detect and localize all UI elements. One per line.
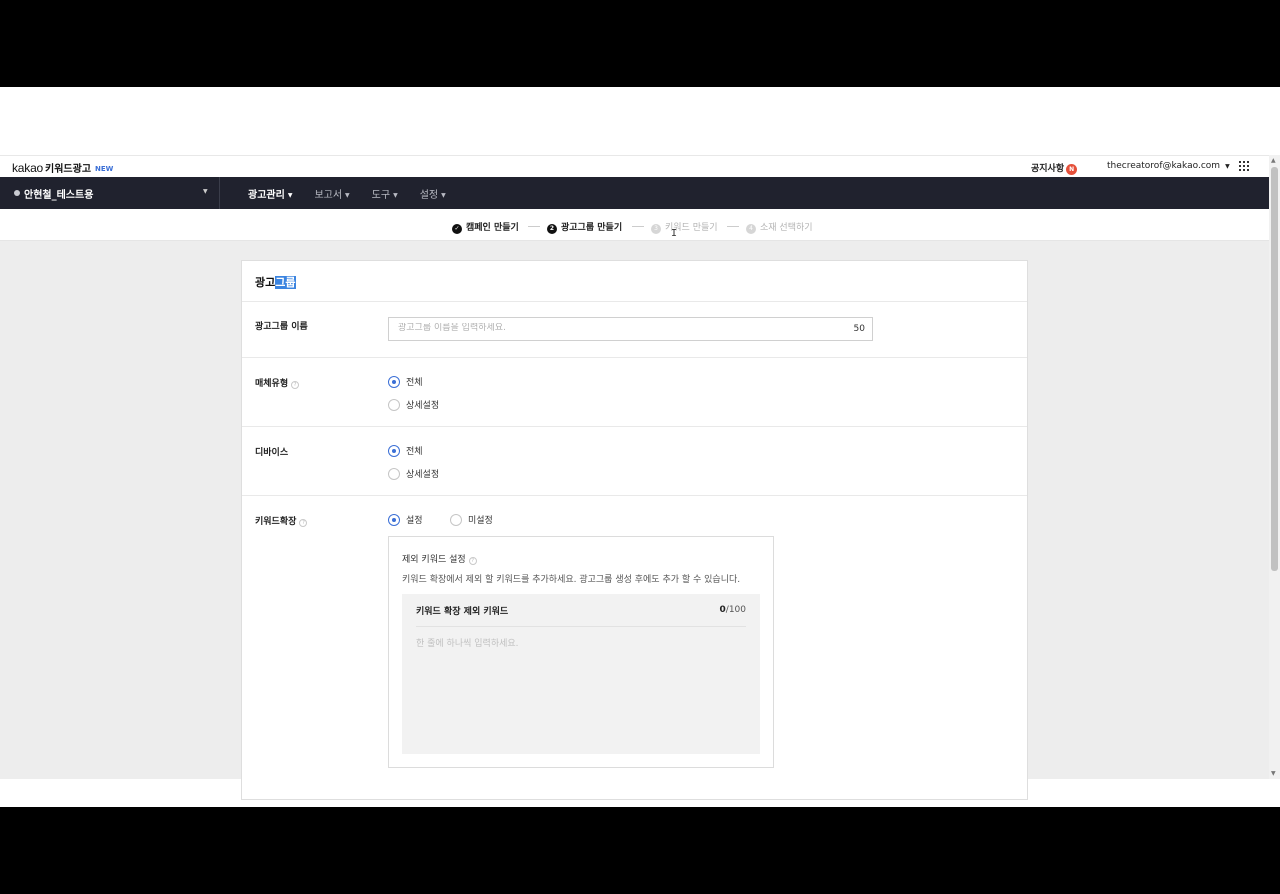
exclude-keyword-counter: 0/100	[719, 605, 746, 615]
check-icon: ✓	[452, 224, 462, 234]
main-nav: 안현철_테스트용 ▼ 광고관리 ▼ 보고서 ▼ 도구 ▼ 설정 ▼	[0, 177, 1269, 209]
step-keyword: 3 키워드 만들기	[651, 220, 718, 234]
ad-account-selector[interactable]: 안현철_테스트용 ▼	[0, 177, 220, 209]
adgroup-name-label: 광고그룹 이름	[255, 322, 308, 332]
exclude-keyword-description: 키워드 확장에서 제외 할 키워드를 추가하세요. 광고그룹 생성 후에도 추가…	[402, 575, 741, 585]
radio-unchecked-icon	[450, 514, 462, 526]
logo[interactable]: kakao 키워드광고 NEW	[12, 160, 113, 175]
page-title: 광고그룹	[255, 276, 296, 289]
media-type-all-radio[interactable]: 전체	[388, 375, 423, 388]
nav-item-reports[interactable]: 보고서 ▼	[314, 186, 349, 201]
char-counter: 50	[853, 324, 865, 334]
nav-item-tools[interactable]: 도구 ▼	[372, 186, 398, 201]
caret-down-icon: ▼	[287, 192, 293, 199]
exclude-keyword-list: 키워드 확장 제외 키워드 0/100	[402, 594, 760, 754]
step-progress: ✓ 캠페인 만들기 2 광고그룹 만들기 3 키워드 만들기 4 소재 선택하기	[0, 209, 1269, 241]
media-type-label: 매체유형?	[255, 376, 300, 389]
step-creative: 4 소재 선택하기	[746, 220, 813, 234]
keyword-expand-off-radio[interactable]: 미설정	[450, 513, 493, 526]
exclude-keyword-textarea[interactable]	[416, 636, 746, 736]
help-icon[interactable]: ?	[299, 519, 308, 527]
exclude-keyword-list-header: 키워드 확장 제외 키워드	[416, 607, 509, 617]
scroll-down-icon[interactable]: ▼	[1271, 770, 1276, 777]
scroll-up-icon[interactable]: ▲	[1271, 157, 1276, 164]
status-dot-icon	[14, 190, 20, 196]
help-icon[interactable]: ?	[291, 381, 300, 389]
text-cursor-icon: I	[671, 228, 678, 239]
exclude-keyword-title: 제외 키워드 설정?	[402, 552, 477, 565]
keyword-expand-label: 키워드확장?	[255, 514, 308, 527]
account-menu[interactable]: thecreatorof@kakao.com ▼	[1107, 161, 1230, 171]
content-area: 광고그룹 광고그룹 이름 50 매체유형? 전체 상세설정 디바이스 전체 상세…	[0, 241, 1269, 800]
caret-down-icon: ▼	[203, 188, 208, 195]
caret-down-icon: ▼	[345, 192, 350, 199]
apps-grid-icon[interactable]	[1239, 161, 1249, 171]
device-all-radio[interactable]: 전체	[388, 444, 423, 457]
device-detail-radio[interactable]: 상세설정	[388, 467, 439, 480]
adgroup-form-card: 광고그룹 광고그룹 이름 50 매체유형? 전체 상세설정 디바이스 전체 상세…	[241, 260, 1028, 800]
new-badge: NEW	[95, 165, 114, 173]
radio-checked-icon	[388, 376, 400, 388]
nav-menu: 광고관리 ▼ 보고서 ▼ 도구 ▼ 설정 ▼	[248, 186, 468, 201]
media-type-detail-radio[interactable]: 상세설정	[388, 398, 439, 411]
notice-badge: N	[1066, 164, 1078, 175]
keyword-expand-on-radio[interactable]: 설정	[388, 513, 423, 526]
adgroup-name-input[interactable]	[398, 323, 818, 333]
nav-item-ad-management[interactable]: 광고관리 ▼	[248, 186, 292, 201]
caret-down-icon: ▼	[441, 192, 446, 199]
device-label: 디바이스	[255, 448, 289, 458]
radio-checked-icon	[388, 514, 400, 526]
step-campaign: ✓ 캠페인 만들기	[452, 220, 519, 234]
caret-down-icon: ▼	[393, 192, 398, 199]
adgroup-name-field[interactable]: 50	[388, 317, 873, 341]
exclude-keyword-panel: 제외 키워드 설정? 키워드 확장에서 제외 할 키워드를 추가하세요. 광고그…	[388, 536, 774, 768]
top-bar: kakao 키워드광고 NEW 공지사항 N thecreatorof@kakao.c…	[0, 155, 1269, 177]
radio-unchecked-icon	[388, 399, 400, 411]
radio-unchecked-icon	[388, 468, 400, 480]
scrollbar-thumb[interactable]	[1271, 167, 1278, 571]
radio-checked-icon	[388, 445, 400, 457]
help-icon[interactable]: ?	[468, 557, 477, 565]
nav-item-settings[interactable]: 설정 ▼	[420, 186, 446, 201]
step-adgroup: 2 광고그룹 만들기	[547, 220, 622, 234]
caret-down-icon: ▼	[1225, 163, 1230, 170]
notice-link[interactable]: 공지사항 N	[1031, 161, 1078, 175]
page-scrollbar[interactable]: ▲ ▼	[1269, 155, 1280, 779]
